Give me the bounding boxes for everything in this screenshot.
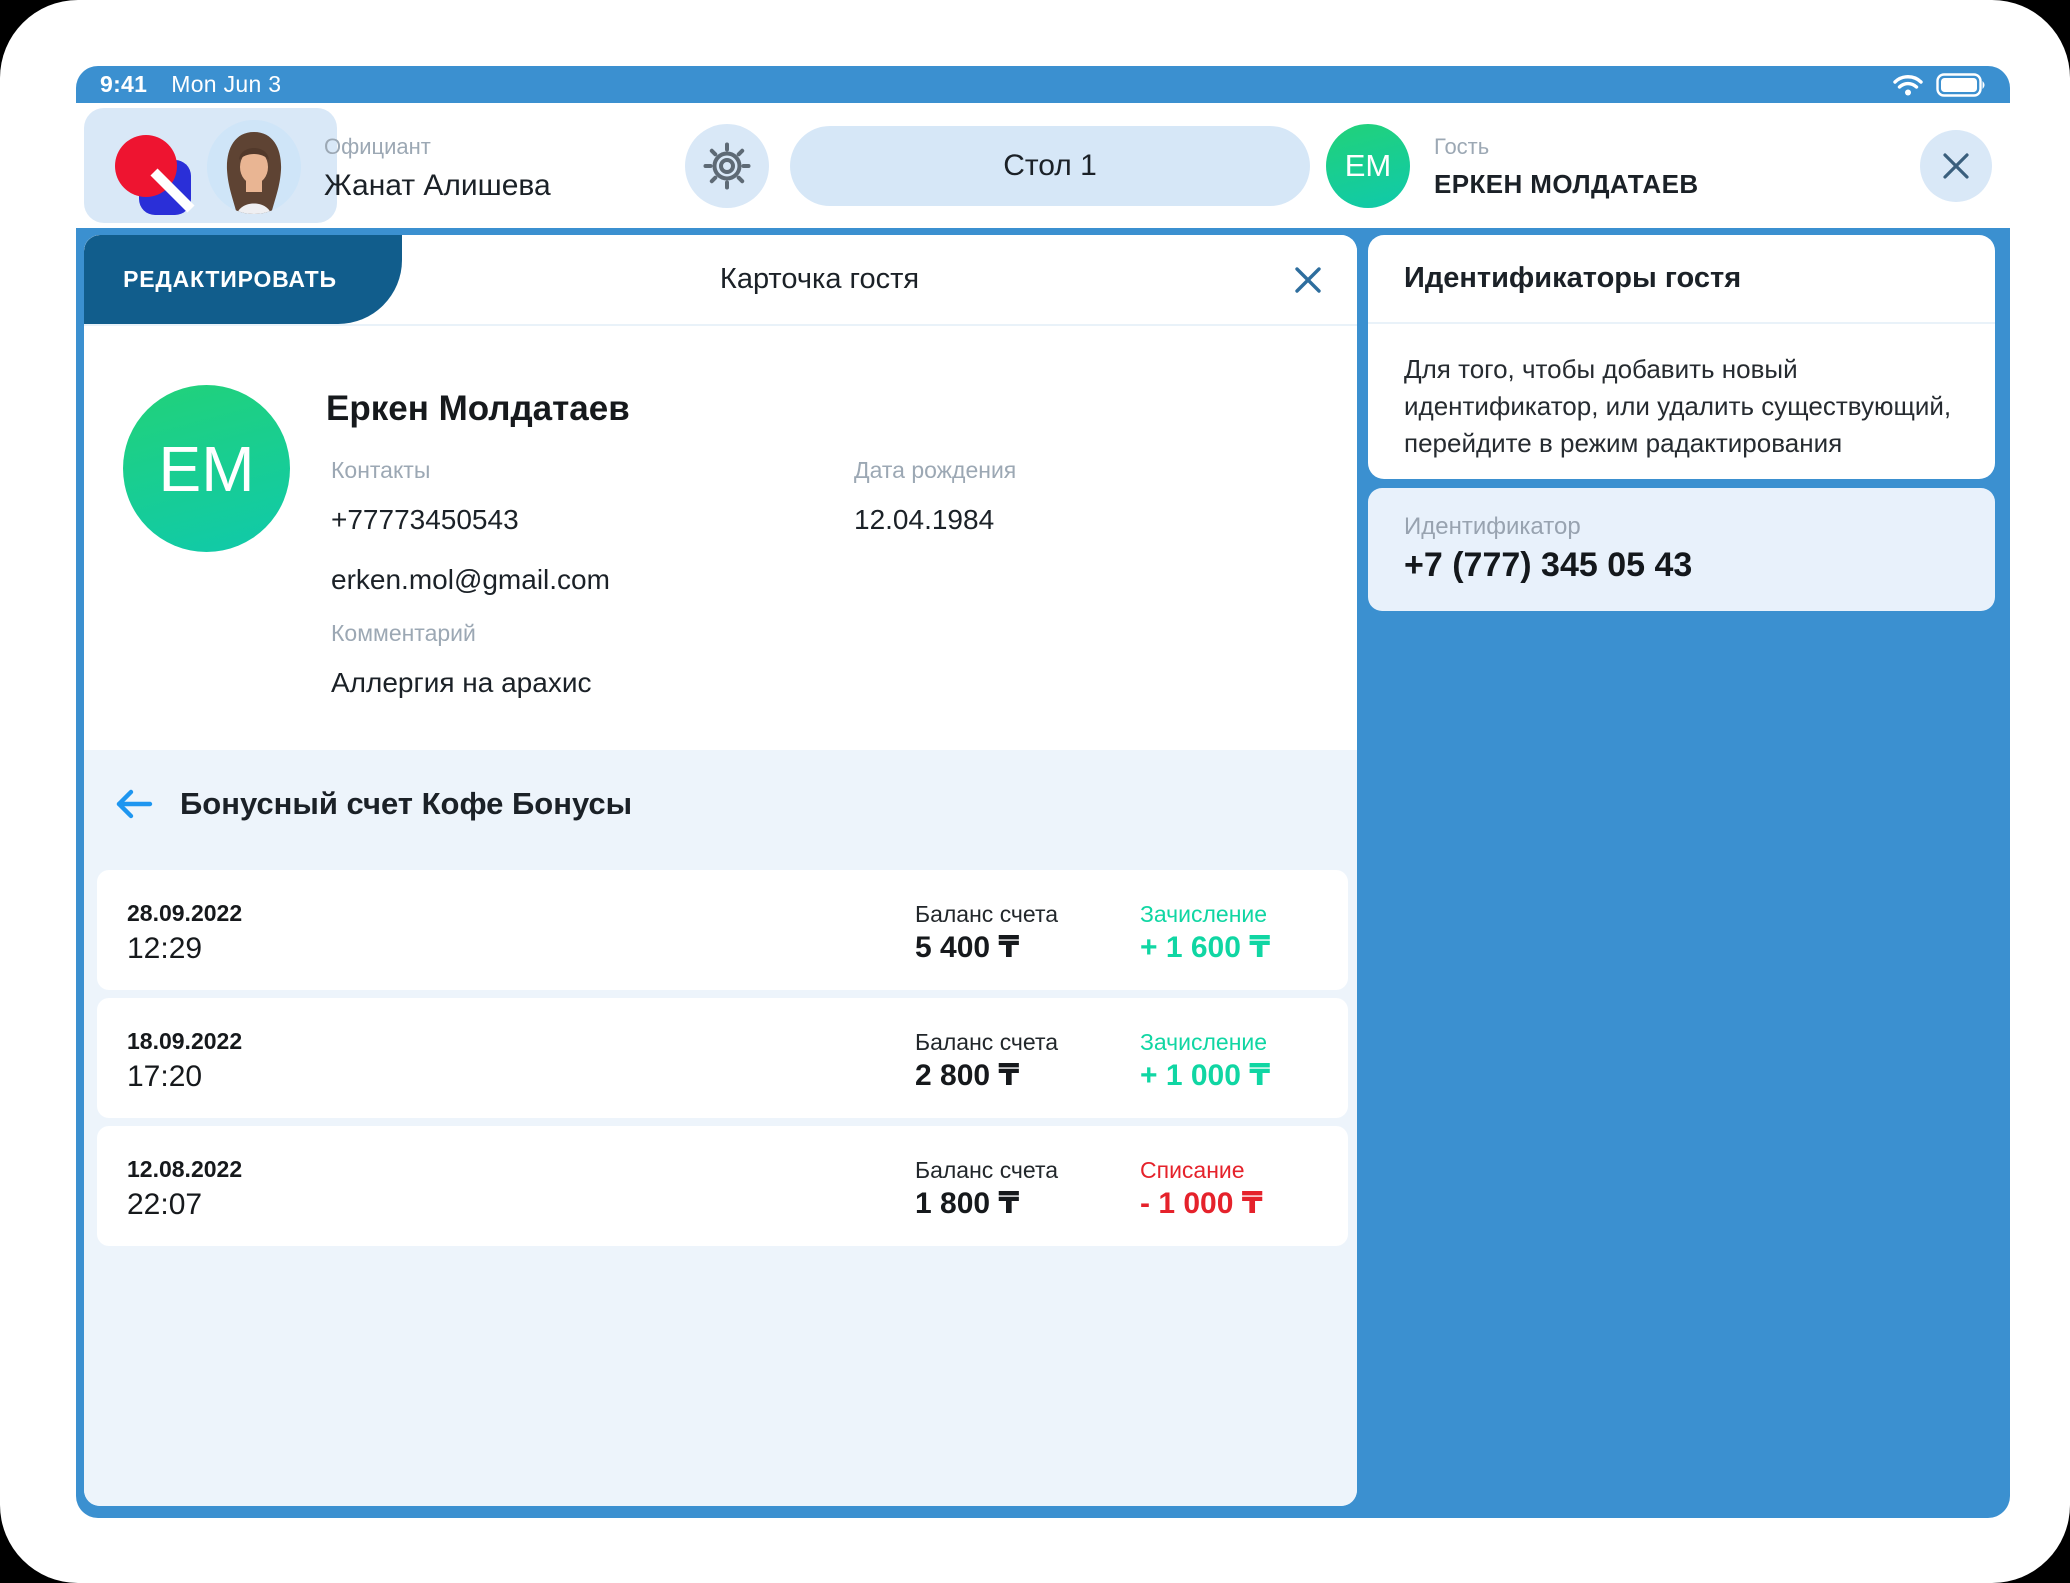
- birth-date-block: Дата рождения 12.04.1984: [854, 457, 1016, 536]
- waiter-avatar: [207, 120, 301, 214]
- status-date: Mon Jun 3: [171, 71, 281, 98]
- identifier-value: +7 (777) 345 05 43: [1404, 546, 1692, 585]
- guest-card-close-button[interactable]: [1287, 259, 1329, 301]
- transaction-amount: + 1 000 ₸: [1140, 1058, 1270, 1093]
- guest-card-title: Карточка гостя: [402, 235, 1237, 324]
- header-profile-area: [84, 108, 337, 223]
- balance-value: 1 800 ₸: [915, 1186, 1019, 1221]
- bonus-account-title: Бонусный счет Кофе Бонусы: [180, 786, 632, 822]
- battery-icon: [1936, 73, 1986, 97]
- identifiers-panel: Идентификаторы гостя Для того, чтобы доб…: [1368, 235, 1995, 479]
- transaction-type: Зачисление: [1140, 901, 1267, 928]
- guest-avatar-small: EM: [1326, 124, 1410, 208]
- app-logo-icon: [98, 120, 206, 220]
- device-canvas: 9:41 Mon Jun 3: [0, 0, 2070, 1583]
- balance-value: 2 800 ₸: [915, 1058, 1019, 1093]
- status-bar: 9:41 Mon Jun 3: [76, 66, 2010, 103]
- transaction-amount: + 1 600 ₸: [1140, 930, 1270, 965]
- status-time: 9:41: [100, 71, 147, 98]
- transaction-row[interactable]: 18.09.2022 17:20 Баланс счета 2 800 ₸ За…: [97, 998, 1348, 1118]
- balance-label: Баланс счета: [915, 1029, 1058, 1056]
- table-label: Стол 1: [1003, 149, 1097, 183]
- identifier-label: Идентификатор: [1404, 513, 1581, 541]
- guest-avatar-large: EM: [123, 385, 290, 552]
- guest-card-panel: РЕДАКТИРОВАТЬ Карточка гостя EM Еркен Мо…: [84, 235, 1357, 1506]
- bonus-account-section: Бонусный счет Кофе Бонусы 28.09.2022 12:…: [84, 750, 1357, 1506]
- guest-email: erken.mol@gmail.com: [331, 564, 610, 596]
- balance-label: Баланс счета: [915, 901, 1058, 928]
- comment-value: Аллергия на арахис: [331, 667, 591, 699]
- birth-date-value: 12.04.1984: [854, 504, 1016, 536]
- transaction-time: 22:07: [127, 1188, 202, 1222]
- guest-full-name: Еркен Молдатаев: [326, 389, 630, 429]
- transaction-date: 18.09.2022: [127, 1028, 242, 1055]
- transactions-list: 28.09.2022 12:29 Баланс счета 5 400 ₸ За…: [97, 870, 1348, 1254]
- edit-button-label: РЕДАКТИРОВАТЬ: [123, 266, 337, 293]
- comment-block: Комментарий Аллергия на арахис: [331, 620, 591, 699]
- guest-initials: EM: [1345, 148, 1392, 184]
- transaction-date: 28.09.2022: [127, 900, 242, 927]
- balance-label: Баланс счета: [915, 1157, 1058, 1184]
- guest-role-label: Гость: [1434, 136, 1699, 158]
- guest-name-header: ЕРКЕН МОЛДАТАЕВ: [1434, 171, 1699, 197]
- guest-phone: +77773450543: [331, 504, 610, 536]
- waiter-role-label: Официант: [324, 136, 551, 158]
- bonus-header: Бонусный счет Кофе Бонусы: [114, 786, 632, 822]
- guest-info-header: Гость ЕРКЕН МОЛДАТАЕВ: [1434, 136, 1699, 197]
- birth-date-label: Дата рождения: [854, 457, 1016, 484]
- close-icon: [1291, 263, 1325, 297]
- comment-label: Комментарий: [331, 620, 591, 647]
- close-icon: [1940, 150, 1972, 182]
- contacts-block: Контакты +77773450543 erken.mol@gmail.co…: [331, 457, 610, 596]
- identifiers-description: Для того, чтобы добавить новый идентифик…: [1404, 351, 1969, 462]
- waiter-info: Официант Жанат Алишева: [324, 136, 551, 201]
- wifi-icon: [1892, 73, 1924, 97]
- waiter-name: Жанат Алишева: [324, 171, 551, 201]
- app-window: 9:41 Mon Jun 3: [76, 66, 2010, 1518]
- balance-value: 5 400 ₸: [915, 930, 1019, 965]
- settings-button[interactable]: [685, 124, 769, 208]
- transaction-type: Списание: [1140, 1157, 1245, 1184]
- transaction-row[interactable]: 28.09.2022 12:29 Баланс счета 5 400 ₸ За…: [97, 870, 1348, 990]
- edit-button[interactable]: РЕДАКТИРОВАТЬ: [84, 235, 402, 324]
- transaction-type: Зачисление: [1140, 1029, 1267, 1056]
- gear-icon: [702, 141, 752, 191]
- transaction-row[interactable]: 12.08.2022 22:07 Баланс счета 1 800 ₸ Сп…: [97, 1126, 1348, 1246]
- status-icons: [1892, 73, 1986, 97]
- back-arrow-icon[interactable]: [114, 787, 154, 821]
- transaction-time: 12:29: [127, 932, 202, 966]
- guest-card-header: РЕДАКТИРОВАТЬ Карточка гостя: [84, 235, 1357, 326]
- identifier-item: Идентификатор +7 (777) 345 05 43: [1368, 488, 1995, 611]
- app-header: Официант Жанат Алишева: [76, 103, 2010, 228]
- transaction-amount: - 1 000 ₸: [1140, 1186, 1263, 1221]
- guest-initials-large: EM: [159, 432, 255, 506]
- header-close-button[interactable]: [1920, 130, 1992, 202]
- contacts-label: Контакты: [331, 457, 610, 484]
- transaction-date: 12.08.2022: [127, 1156, 242, 1183]
- transaction-time: 17:20: [127, 1060, 202, 1094]
- table-selector-button[interactable]: Стол 1: [790, 126, 1310, 206]
- identifiers-title: Идентификаторы гостя: [1368, 235, 1995, 324]
